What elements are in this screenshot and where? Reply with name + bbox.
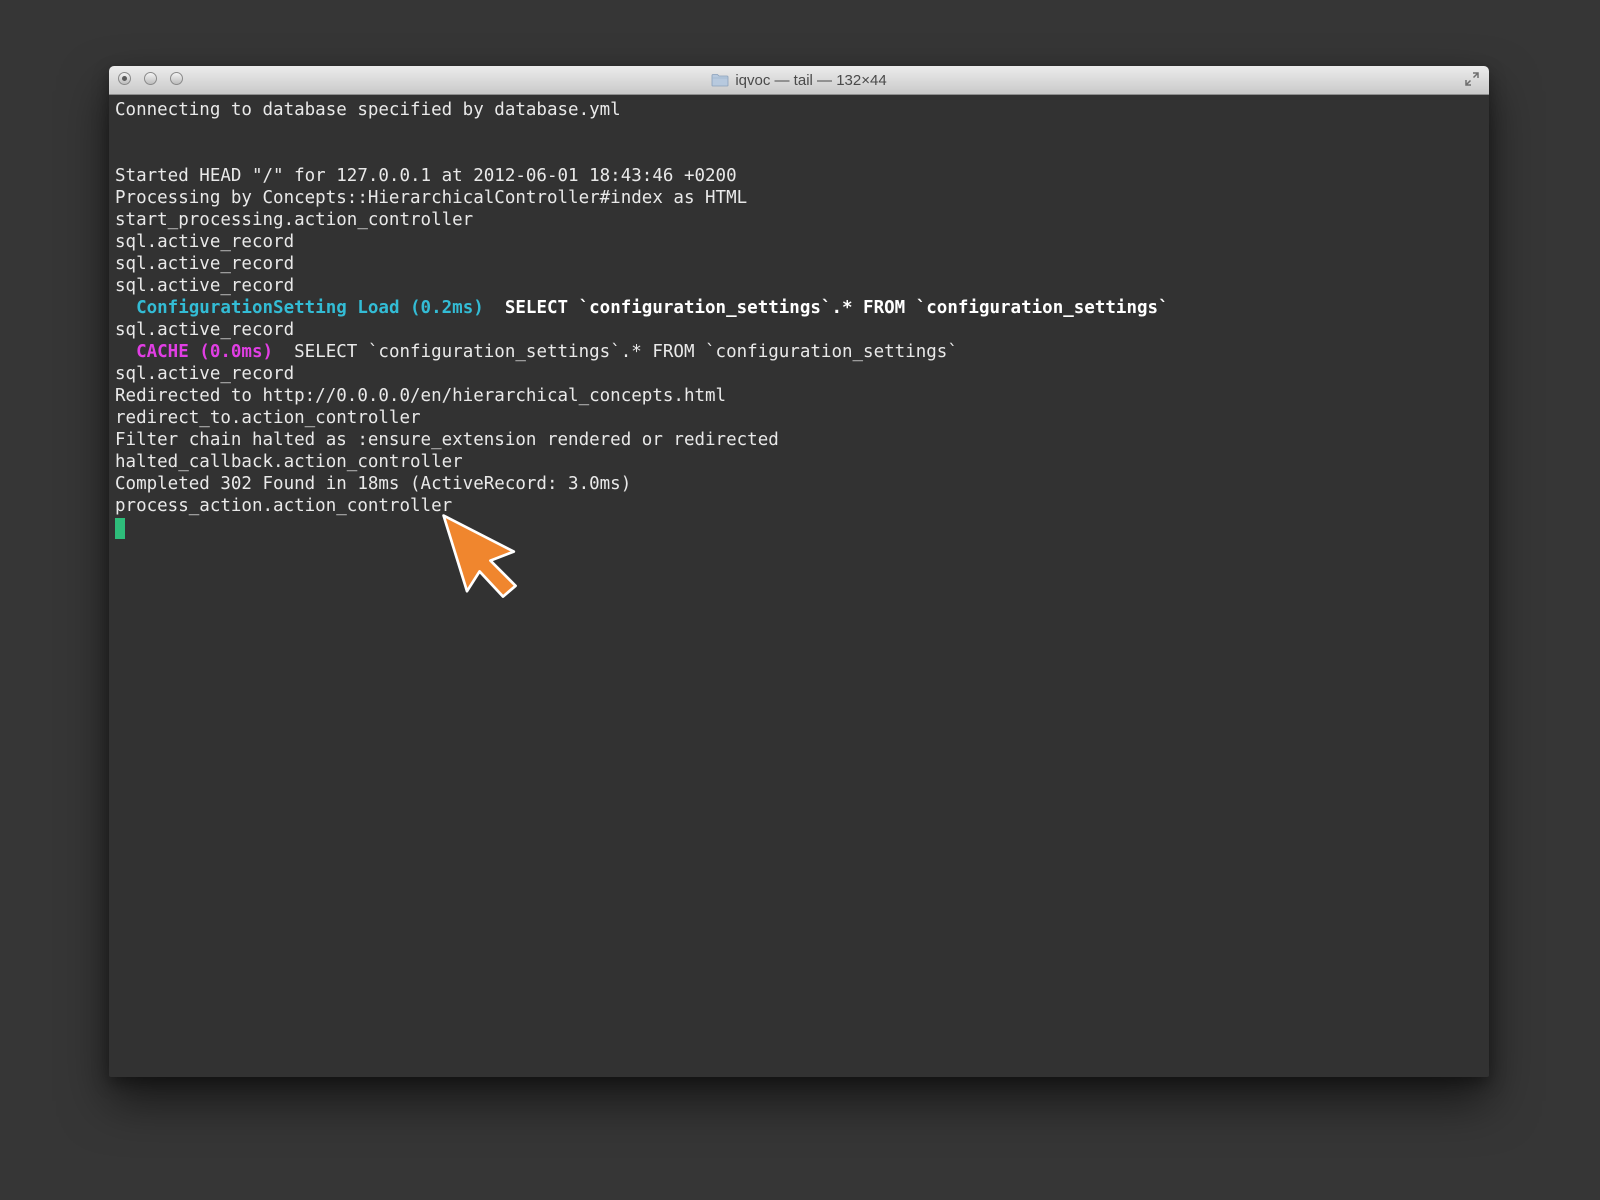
cache-query: SELECT `configuration_settings`.* FROM `…: [273, 342, 958, 362]
terminal-line: Started HEAD "/" for 127.0.0.1 at 2012-0…: [115, 166, 737, 186]
terminal-line: sql.active_record: [115, 320, 295, 340]
terminal-window: iqvoc — tail — 132×44 Connecting to data…: [109, 66, 1489, 1077]
sql-load-label: ConfigurationSetting Load (0.2ms): [136, 298, 484, 318]
window-title-container: iqvoc — tail — 132×44: [109, 66, 1489, 94]
cache-label: CACHE (0.0ms): [136, 342, 274, 362]
text-cursor: [115, 517, 125, 539]
terminal-line: sql.active_record: [115, 232, 295, 252]
terminal-line: sql.active_record: [115, 254, 295, 274]
terminal-line: sql.active_record: [115, 364, 295, 384]
terminal-line: halted_callback.action_controller: [115, 452, 463, 472]
cursor-line: [115, 517, 1489, 539]
mouse-pointer-icon: [442, 514, 517, 598]
title-bar[interactable]: iqvoc — tail — 132×44: [109, 66, 1489, 95]
terminal-line: process_action.action_controller: [115, 496, 453, 516]
terminal-line: start_processing.action_controller: [115, 210, 474, 230]
terminal-line: Processing by Concepts::HierarchicalCont…: [115, 188, 748, 208]
window-title: iqvoc — tail — 132×44: [735, 71, 887, 89]
terminal-line: Redirected to http://0.0.0.0/en/hierarch…: [115, 386, 727, 406]
cache-log-line: CACHE (0.0ms) SELECT `configuration_sett…: [115, 341, 1489, 363]
terminal-line: sql.active_record: [115, 276, 295, 296]
folder-icon: [711, 74, 729, 87]
terminal-line: redirect_to.action_controller: [115, 408, 421, 428]
sql-query: SELECT `configuration_settings`.* FROM `…: [483, 298, 1169, 318]
terminal-output[interactable]: Connecting to database specified by data…: [109, 95, 1489, 1077]
terminal-line: Connecting to database specified by data…: [115, 100, 621, 120]
fullscreen-icon[interactable]: [1465, 72, 1479, 86]
terminal-line: Completed 302 Found in 18ms (ActiveRecor…: [115, 474, 632, 494]
sql-log-line: ConfigurationSetting Load (0.2ms) SELECT…: [115, 297, 1489, 319]
terminal-line: Filter chain halted as :ensure_extension…: [115, 430, 779, 450]
